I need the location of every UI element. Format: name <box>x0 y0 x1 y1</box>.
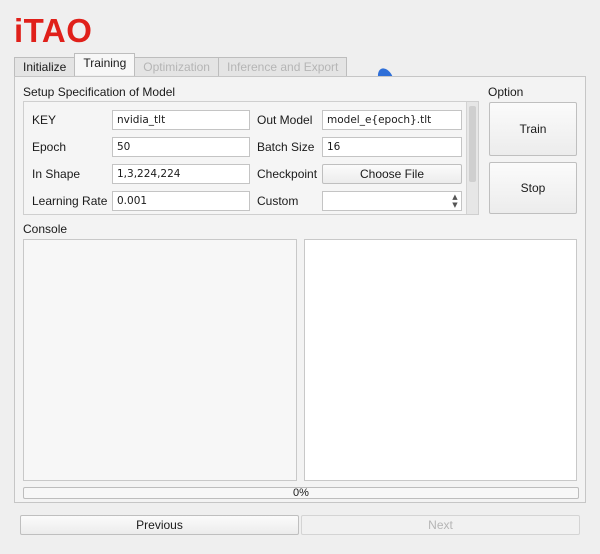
next-button: Next <box>301 515 580 535</box>
in-shape-label: In Shape <box>32 167 81 181</box>
choose-file-button[interactable]: Choose File <box>322 164 462 184</box>
custom-field[interactable]: ▲ ▼ <box>322 191 462 211</box>
learning-rate-field[interactable]: 0.001 <box>112 191 250 211</box>
out-model-field[interactable]: model_e{epoch}.tlt <box>322 110 462 130</box>
tab-optimization: Optimization <box>134 57 219 77</box>
setup-scrollbar-thumb[interactable] <box>469 106 476 182</box>
console-output-left[interactable] <box>23 239 297 481</box>
previous-button[interactable]: Previous <box>20 515 299 535</box>
console-output-right[interactable] <box>304 239 577 481</box>
out-model-label: Out Model <box>257 113 313 127</box>
training-progress-bar: 0% <box>23 487 579 499</box>
in-shape-field[interactable]: 1,3,224,224 <box>112 164 250 184</box>
tab-inference-and-export: Inference and Export <box>217 57 348 77</box>
epoch-label: Epoch <box>32 140 67 154</box>
stop-button[interactable]: Stop <box>489 162 577 214</box>
custom-spin-arrows-icon[interactable]: ▲ ▼ <box>450 193 460 209</box>
option-section-title: Option <box>488 85 524 99</box>
epoch-field[interactable]: 50 <box>112 137 250 157</box>
train-button[interactable]: Train <box>489 102 577 156</box>
progress-text: 0% <box>293 487 309 499</box>
console-title: Console <box>23 222 68 236</box>
training-panel: Setup Specification of Model Option KEY … <box>14 76 586 503</box>
app-logo: iTAO <box>14 12 93 49</box>
tab-bar: Initialize Training Optimization Inferen… <box>14 53 348 77</box>
learning-rate-label: Learning Rate <box>32 194 108 208</box>
tab-initialize[interactable]: Initialize <box>14 57 76 77</box>
key-label: KEY <box>32 113 57 127</box>
key-field[interactable]: nvidia_tlt <box>112 110 250 130</box>
checkpoint-label: Checkpoint <box>257 167 318 181</box>
setup-scrollbar[interactable] <box>466 102 478 214</box>
batch-size-field[interactable]: 16 <box>322 137 462 157</box>
batch-size-label: Batch Size <box>257 140 315 154</box>
setup-specification-frame: KEY nvidia_tlt Out Model model_e{epoch}.… <box>23 101 479 215</box>
setup-section-title: Setup Specification of Model <box>23 85 176 99</box>
custom-label: Custom <box>257 194 299 208</box>
tab-training[interactable]: Training <box>74 53 136 75</box>
